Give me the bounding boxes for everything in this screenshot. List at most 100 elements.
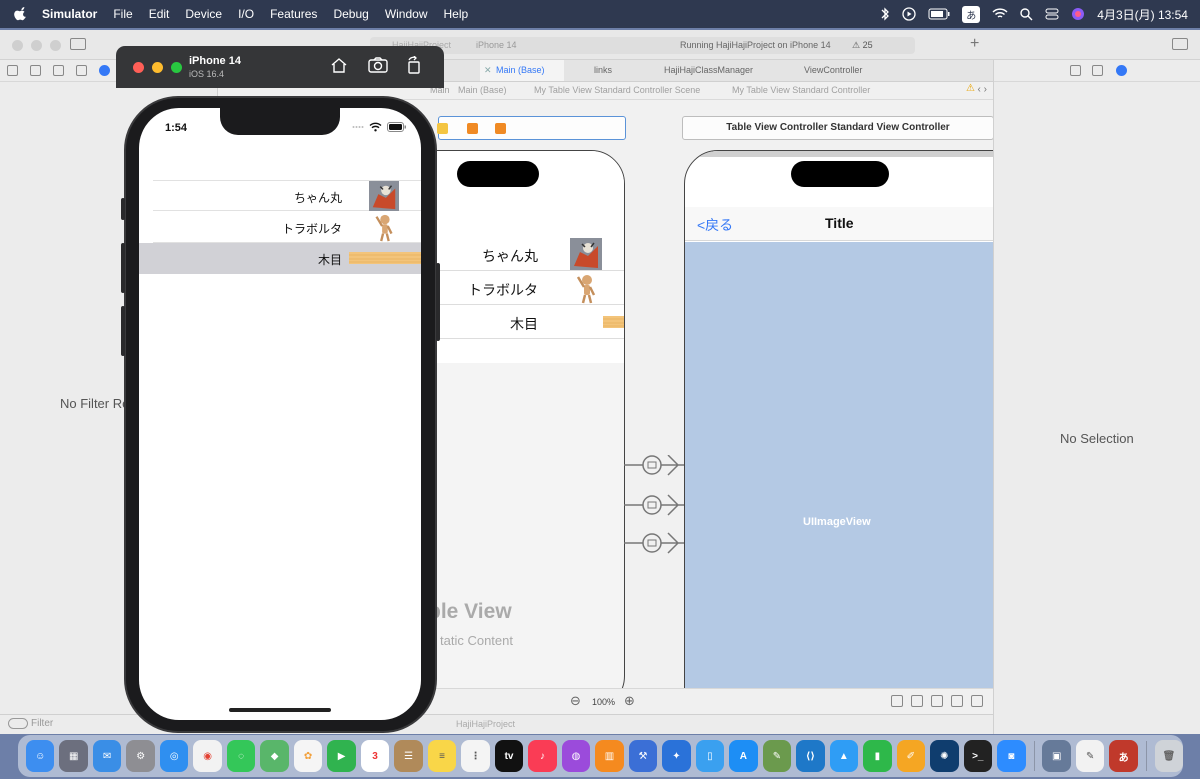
inspector-toggle-icon[interactable] [1172,38,1188,50]
bluetooth-icon[interactable] [880,7,890,21]
control-center-icon[interactable] [1045,8,1059,20]
add-tab-button[interactable]: + [970,35,979,53]
zoom-window-button[interactable] [50,40,61,51]
navigation-bar[interactable]: <戻る Title [685,207,993,241]
breadcrumb-scene[interactable]: My Table View Standard Controller Scene [534,85,700,95]
screenshot-icon[interactable] [368,56,388,74]
maps-icon[interactable]: ◆ [260,740,289,772]
embed-in-icon[interactable] [971,695,983,707]
chrome-icon[interactable]: ◉ [193,740,222,772]
menu-edit[interactable]: Edit [149,7,170,21]
input-method-indicator[interactable]: あ [962,5,981,23]
minimize-simulator-button[interactable] [152,62,163,73]
menu-file[interactable]: File [113,7,132,21]
detail-view-scene[interactable]: <戻る Title UIImageView [684,150,993,688]
segue-icon[interactable] [624,494,684,516]
keynote-icon[interactable]: ▲ [829,740,859,772]
podcasts-icon[interactable]: ◍ [561,740,591,772]
simulator-titlebar[interactable]: iPhone 14 iOS 16.4 [116,46,444,88]
zoom-simulator-button[interactable] [171,62,182,73]
update-frames-icon[interactable] [891,695,903,707]
warning-count[interactable]: ⚠ 25 [852,40,873,51]
close-simulator-button[interactable] [133,62,144,73]
symbol-icon[interactable] [53,65,64,76]
breadcrumb-controller[interactable]: My Table View Standard Controller [732,85,870,95]
close-window-button[interactable] [12,40,23,51]
view-controller-icon[interactable] [437,123,448,134]
breadcrumb-main-base[interactable]: Main (Base) [458,85,507,95]
dictionary-icon[interactable]: あ [1109,740,1138,772]
wifi-icon[interactable] [992,8,1008,20]
segue-icon[interactable] [624,532,684,554]
xcode-icon[interactable]: ⚒ [628,740,658,772]
menu-io[interactable]: I/O [238,7,254,21]
menu-app-name[interactable]: Simulator [42,7,97,21]
jumpbar-warning-icon[interactable]: ⚠ [966,83,975,94]
textedit-icon[interactable]: ✎ [1075,740,1105,772]
terminal-icon[interactable]: >_ [963,740,993,772]
contacts-icon[interactable]: ☰ [394,740,423,772]
notes-icon[interactable]: ≡ [427,740,457,772]
launchpad-icon[interactable]: ▦ [59,740,88,772]
zoom-app-icon[interactable]: ◙ [997,740,1026,772]
zoom-in-icon[interactable]: ⊕ [624,693,635,709]
home-icon[interactable] [330,56,348,74]
segue-icon[interactable] [624,455,684,476]
menu-device[interactable]: Device [185,7,222,21]
scheme-destination[interactable]: iPhone 14 [476,40,517,50]
network-tool-icon[interactable]: ✺ [930,740,959,772]
filter-input[interactable]: Filter [31,718,53,729]
books-icon[interactable]: ▥ [595,740,624,772]
table-row[interactable]: ちゃん丸 [153,180,421,211]
minimize-window-button[interactable] [31,40,42,51]
apple-menu-icon[interactable] [14,7,28,21]
volume-down-button[interactable] [121,306,125,356]
spotlight-search-icon[interactable] [1020,7,1033,21]
numbers-icon[interactable]: ▮ [863,740,892,772]
tab-main-base[interactable]: ✕ Main (Base) [480,60,564,81]
scene-dock-left[interactable] [437,116,626,140]
vscode-icon[interactable]: ⟨⟩ [796,740,825,772]
system-settings-icon[interactable]: ⚙ [126,740,155,772]
messages-icon[interactable]: ◌ [226,740,256,772]
sidebar-toggle-icon[interactable] [70,38,86,50]
home-indicator[interactable] [229,708,331,712]
simulator-screen[interactable]: 1:54 ちゃん丸 トラボルタ 木目 [139,108,421,720]
source-control-icon[interactable] [30,65,41,76]
menu-features[interactable]: Features [270,7,317,21]
pin-icon[interactable] [931,695,943,707]
menubar-clock[interactable]: 4月3日(月) 13:54 [1097,6,1188,23]
rotate-icon[interactable] [406,56,422,74]
trash-icon[interactable]: 🗑 [1154,740,1184,772]
resolve-issues-icon[interactable] [951,695,963,707]
pages-icon[interactable]: ✐ [896,740,926,772]
tab-view-controller[interactable]: ViewController [788,60,898,81]
battery-icon[interactable] [928,8,950,20]
play-circle-icon[interactable] [902,7,916,21]
history-inspector-icon[interactable] [1092,65,1103,76]
script-editor-icon[interactable]: ✎ [762,740,792,772]
power-button[interactable] [436,263,440,341]
file-inspector-icon[interactable] [1070,65,1081,76]
exit-icon[interactable] [495,123,506,134]
music-icon[interactable]: ♪ [528,740,557,772]
table-row[interactable]: トラボルタ [153,212,421,243]
issue-navigator-icon[interactable] [99,65,110,76]
jumpbar-nav-arrows[interactable]: ‹ › [978,84,987,95]
reminders-icon[interactable]: ⋮ [461,740,490,772]
simulator-app-icon[interactable]: ▯ [695,740,725,772]
instruments-icon[interactable]: ✦ [662,740,691,772]
menu-help[interactable]: Help [444,7,469,21]
safari-icon[interactable]: ◎ [159,740,189,772]
back-button[interactable]: <戻る [697,215,733,235]
help-inspector-icon[interactable] [1116,65,1127,76]
menu-debug[interactable]: Debug [333,7,368,21]
siri-icon[interactable] [1071,7,1085,21]
zoom-out-icon[interactable]: ⊖ [570,693,581,709]
silent-switch[interactable] [121,198,125,220]
tab-class-manager[interactable]: HajiHajiClassManager [648,60,788,81]
scene-dock-right[interactable]: Table View Controller Standard View Cont… [682,116,993,140]
apple-tv-icon[interactable]: tv [494,740,524,772]
folder-icon[interactable] [7,65,18,76]
align-icon[interactable] [911,695,923,707]
